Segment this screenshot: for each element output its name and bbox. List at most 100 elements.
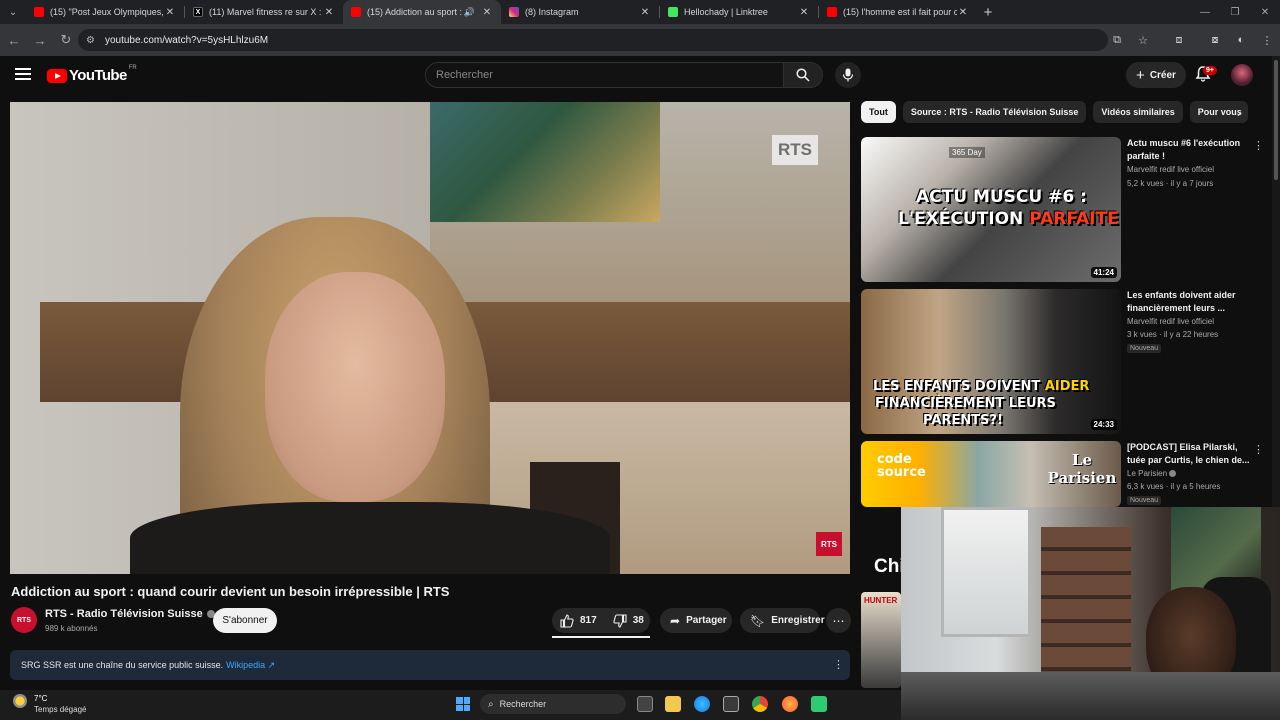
recommendation-channel[interactable]: Marvelfit redif live officiel — [1127, 165, 1214, 174]
new-badge: Nouveau — [1127, 344, 1162, 353]
thumbnail-text: PARENTS?! — [923, 413, 1003, 428]
browser-tab[interactable]: (15) l'homme est il fait pour co ✕ — [819, 0, 977, 24]
share-button[interactable]: ➦ Partager — [660, 608, 732, 633]
channel-name[interactable]: RTS - Radio Télévision Suisse — [45, 608, 203, 620]
video-frame-body — [130, 502, 610, 574]
taskbar-search-input[interactable]: ⌕ Rechercher — [480, 694, 626, 714]
youtube-logo[interactable]: YouTube FR — [47, 65, 137, 84]
account-avatar[interactable] — [1231, 64, 1253, 86]
browser-tab[interactable]: X (11) Marvel fitness re sur X : "C ✕ — [185, 0, 343, 24]
close-tab-icon[interactable]: ✕ — [798, 7, 810, 18]
rts-watermark: RTS — [772, 135, 818, 165]
url-input[interactable]: ⚙ youtube.com/watch?v=5ysHLhlzu6M — [78, 29, 1108, 51]
speaker-icon[interactable]: 🔊 — [464, 7, 475, 18]
create-button[interactable]: + Créer — [1126, 62, 1186, 88]
chevron-right-icon[interactable]: › — [1237, 106, 1241, 120]
recommendation-title[interactable]: [PODCAST] Elisa Pilarski, tuée par Curti… — [1127, 441, 1253, 467]
search-input[interactable]: Rechercher — [425, 62, 785, 88]
page-scrollbar-thumb[interactable] — [1274, 60, 1278, 180]
channel-name-row[interactable]: RTS - Radio Télévision Suisse — [45, 608, 215, 620]
info-panel: SRG SSR est une chaîne du service public… — [10, 650, 850, 680]
thumbnail-text-highlight: PARFAITE — [1029, 209, 1119, 229]
subscribe-button[interactable]: S'abonner — [213, 608, 277, 633]
rts-corner-logo[interactable]: RTS — [816, 532, 842, 556]
info-panel-menu-icon[interactable]: ⋮ — [833, 658, 844, 671]
search-placeholder: Rechercher — [436, 69, 493, 81]
tab-search-icon[interactable]: ⧇ — [1202, 27, 1228, 53]
new-tab-icon[interactable]: + — [977, 4, 999, 21]
recommendation-menu-icon[interactable]: ⋮ — [1253, 443, 1264, 456]
recommendation-channel[interactable]: Le Parisien — [1127, 469, 1167, 478]
url-text: youtube.com/watch?v=5ysHLhlzu6M — [104, 34, 269, 46]
close-window-icon[interactable]: ✕ — [1250, 0, 1280, 24]
store-icon[interactable] — [723, 696, 739, 712]
dislike-button[interactable]: 38 — [605, 608, 652, 633]
close-tab-icon[interactable]: ✕ — [957, 7, 969, 18]
firefox-icon[interactable] — [782, 696, 798, 712]
recommendation-title[interactable]: Actu muscu #6 l'exécution parfaite ! — [1127, 137, 1253, 163]
thumbs-down-icon — [613, 613, 627, 628]
site-info-icon[interactable]: ⚙ — [86, 35, 95, 46]
task-view-icon[interactable] — [637, 696, 653, 712]
chip-similar-videos[interactable]: Vidéos similaires — [1093, 101, 1183, 123]
x-icon: X — [193, 7, 203, 17]
weather-icon[interactable] — [13, 694, 27, 708]
recommendation-card[interactable]: code source Le Parisien [PODCAST] Elisa P… — [861, 441, 1264, 507]
edge-icon[interactable] — [694, 696, 710, 712]
cast-icon[interactable]: ⧉ — [1104, 27, 1130, 53]
chip-all[interactable]: Tout — [861, 101, 896, 123]
wikipedia-link[interactable]: Wikipedia ↗ — [226, 660, 275, 671]
recommendation-title[interactable]: Les enfants doivent aider financièrement… — [1127, 289, 1253, 315]
subscriber-count: 989 k abonnés — [45, 624, 98, 633]
wikipedia-link-label: Wikipedia — [226, 659, 266, 670]
browser-menu-icon[interactable]: ⋮ — [1254, 27, 1280, 53]
file-explorer-icon[interactable] — [665, 696, 681, 712]
channel-avatar[interactable]: RTS — [11, 607, 37, 633]
bookmark-star-icon[interactable]: ☆ — [1130, 27, 1156, 53]
close-tab-icon[interactable]: ✕ — [323, 7, 335, 18]
video-player[interactable]: RTS RTS — [10, 102, 850, 574]
create-label: Créer — [1149, 69, 1176, 81]
recommendation-card[interactable]: 365 Day ACTU MUSCU #6 : L'EXÉCUTION PARF… — [861, 137, 1264, 282]
close-tab-icon[interactable]: ✕ — [481, 7, 493, 18]
extensions-icon[interactable]: ⧈ — [1166, 27, 1192, 53]
close-tab-icon[interactable]: ✕ — [639, 7, 651, 18]
video-thumbnail[interactable]: 365 Day ACTU MUSCU #6 : L'EXÉCUTION PARF… — [861, 137, 1121, 282]
search-button[interactable] — [783, 62, 823, 88]
save-button[interactable]: 🔖︎ Enregistrer — [740, 608, 825, 633]
profile-icon[interactable]: ◐ — [1228, 27, 1254, 53]
search-icon: ⌕ — [488, 698, 494, 710]
recommendation-channel[interactable]: Marvelfit redif live officiel — [1127, 317, 1214, 326]
webcam-window — [941, 507, 1031, 637]
minimize-icon[interactable]: — — [1190, 0, 1220, 24]
voice-search-button[interactable] — [835, 62, 861, 88]
app-icon[interactable] — [811, 696, 827, 712]
forward-icon[interactable]: → — [28, 28, 52, 52]
like-button[interactable]: 817 — [552, 608, 605, 633]
browser-tab[interactable]: (8) Instagram ✕ — [501, 0, 659, 24]
video-thumbnail[interactable]: code source Le Parisien — [861, 441, 1121, 507]
weather-temperature[interactable]: 7°C — [34, 694, 47, 703]
windows-start-icon[interactable] — [456, 697, 470, 711]
recommendation-channel-row[interactable]: Le Parisien — [1127, 469, 1177, 478]
partial-video-thumbnail[interactable] — [861, 592, 901, 688]
close-tab-icon[interactable]: ✕ — [164, 7, 176, 18]
browser-tab-active[interactable]: (15) Addiction au sport : qu 🔊 ✕ — [343, 0, 501, 24]
youtube-icon — [34, 7, 44, 17]
browser-tab[interactable]: Hellochady | Linktree ✕ — [660, 0, 818, 24]
browser-tab[interactable]: (15) "Post Jeux Olympiques, la l ✕ — [26, 0, 184, 24]
thumbnail-text: Le Parisien — [1047, 451, 1117, 487]
back-icon[interactable]: ← — [2, 28, 26, 52]
video-thumbnail[interactable]: LES ENFANTS DOIVENT AIDER FINANCIÈREMENT… — [861, 289, 1121, 434]
recommendation-menu-icon[interactable]: ⋮ — [1253, 139, 1264, 152]
hamburger-menu-icon[interactable] — [15, 68, 31, 80]
reload-icon[interactable]: ↻ — [54, 28, 78, 52]
weather-description[interactable]: Temps dégagé — [34, 705, 86, 714]
more-actions-icon[interactable]: ⋯ — [826, 608, 851, 633]
maximize-icon[interactable]: ❐ — [1220, 0, 1250, 24]
chrome-icon[interactable] — [752, 696, 768, 712]
chip-source[interactable]: Source : RTS - Radio Télévision Suisse — [902, 101, 1087, 123]
recommendation-card[interactable]: LES ENFANTS DOIVENT AIDER FINANCIÈREMENT… — [861, 289, 1263, 434]
tab-title: (15) Addiction au sport : qu — [367, 7, 464, 17]
tab-search-chevron-icon[interactable]: ⌄ — [0, 0, 26, 24]
